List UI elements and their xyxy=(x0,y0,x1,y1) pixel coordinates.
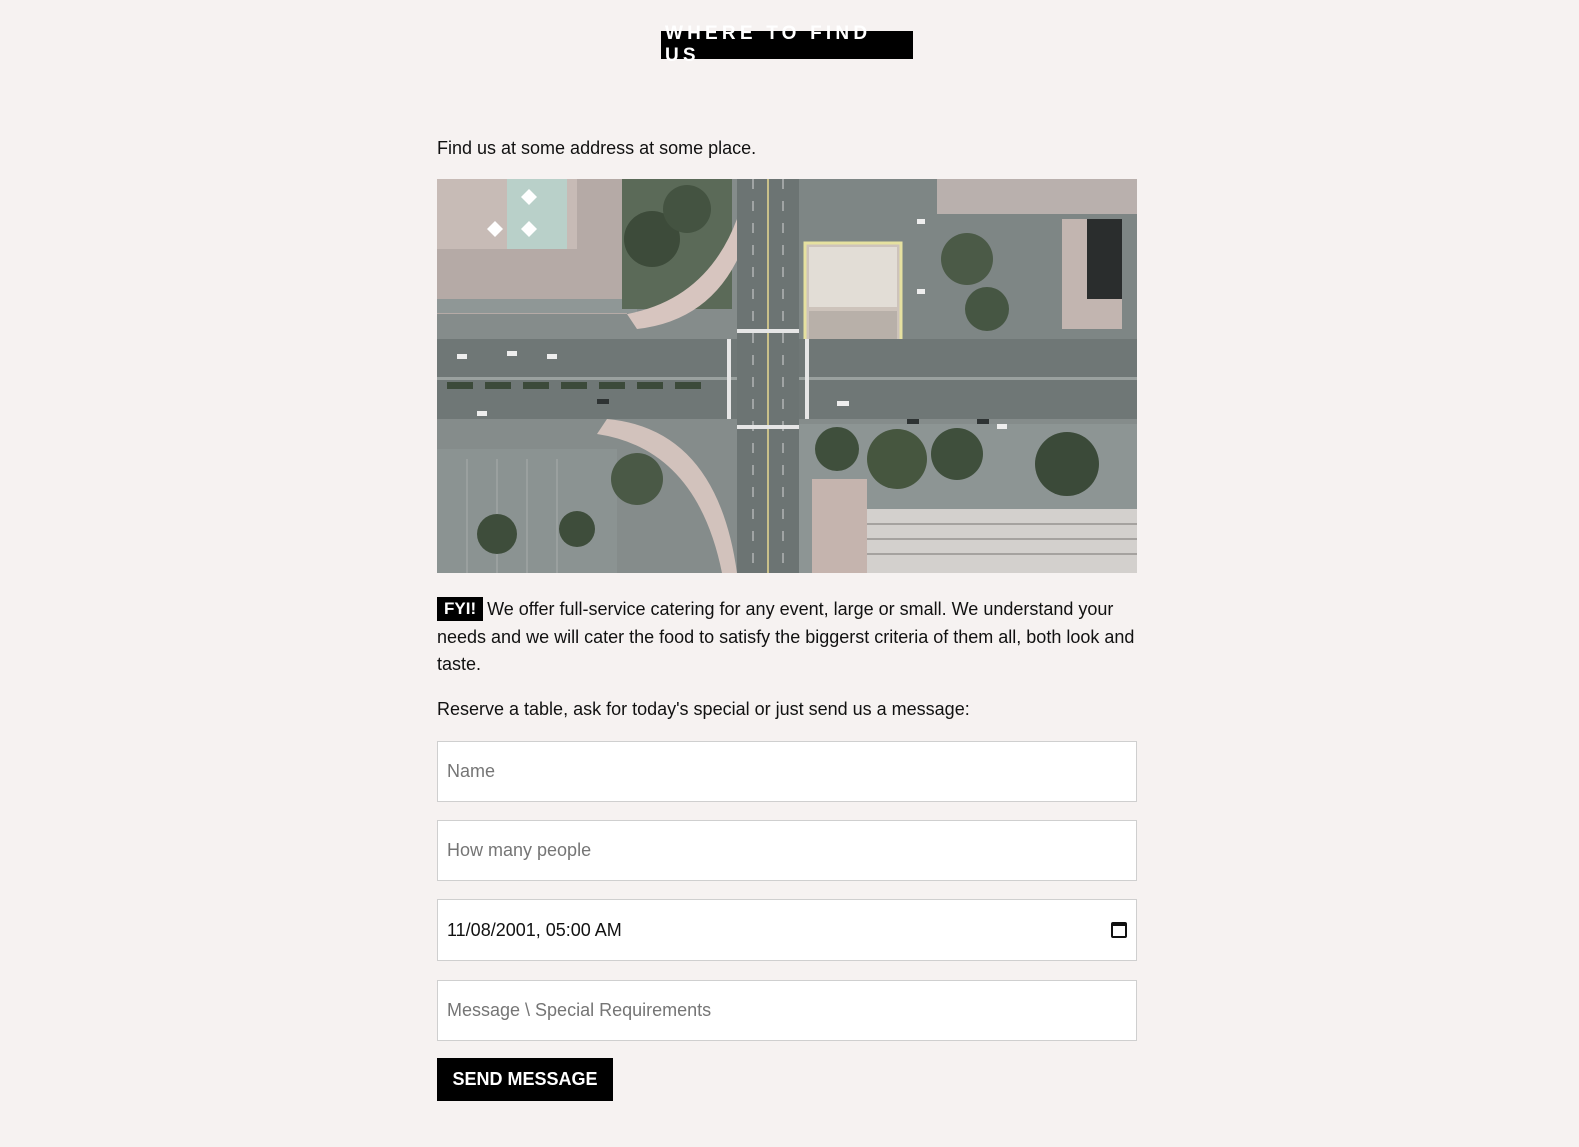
datetime-value: 11/08/2001, 05:00 AM xyxy=(447,919,622,940)
page-title: WHERE TO FIND US xyxy=(661,23,913,66)
fyi-badge: FYI! xyxy=(437,597,484,621)
name-field-wrapper xyxy=(437,741,1137,802)
name-input[interactable] xyxy=(447,742,1127,801)
aerial-map-image xyxy=(437,179,1137,573)
page: WHERE TO FIND US Find us at some address… xyxy=(0,0,1579,1147)
catering-info-text: We offer full-service catering for any e… xyxy=(437,599,1135,674)
catering-info: FYI! We offer full-service catering for a… xyxy=(437,596,1137,679)
calendar-icon[interactable] xyxy=(1111,922,1127,938)
address-text: Find us at some address at some place. xyxy=(437,138,757,158)
send-message-button[interactable]: SEND MESSAGE xyxy=(437,1058,613,1101)
message-input[interactable] xyxy=(447,981,1127,1040)
people-count-input[interactable] xyxy=(447,821,1127,880)
message-field-wrapper xyxy=(437,980,1137,1041)
people-field-wrapper xyxy=(437,820,1137,881)
reserve-intro: Reserve a table, ask for today's special… xyxy=(437,699,970,719)
datetime-field[interactable]: 11/08/2001, 05:00 AM xyxy=(437,899,1137,961)
